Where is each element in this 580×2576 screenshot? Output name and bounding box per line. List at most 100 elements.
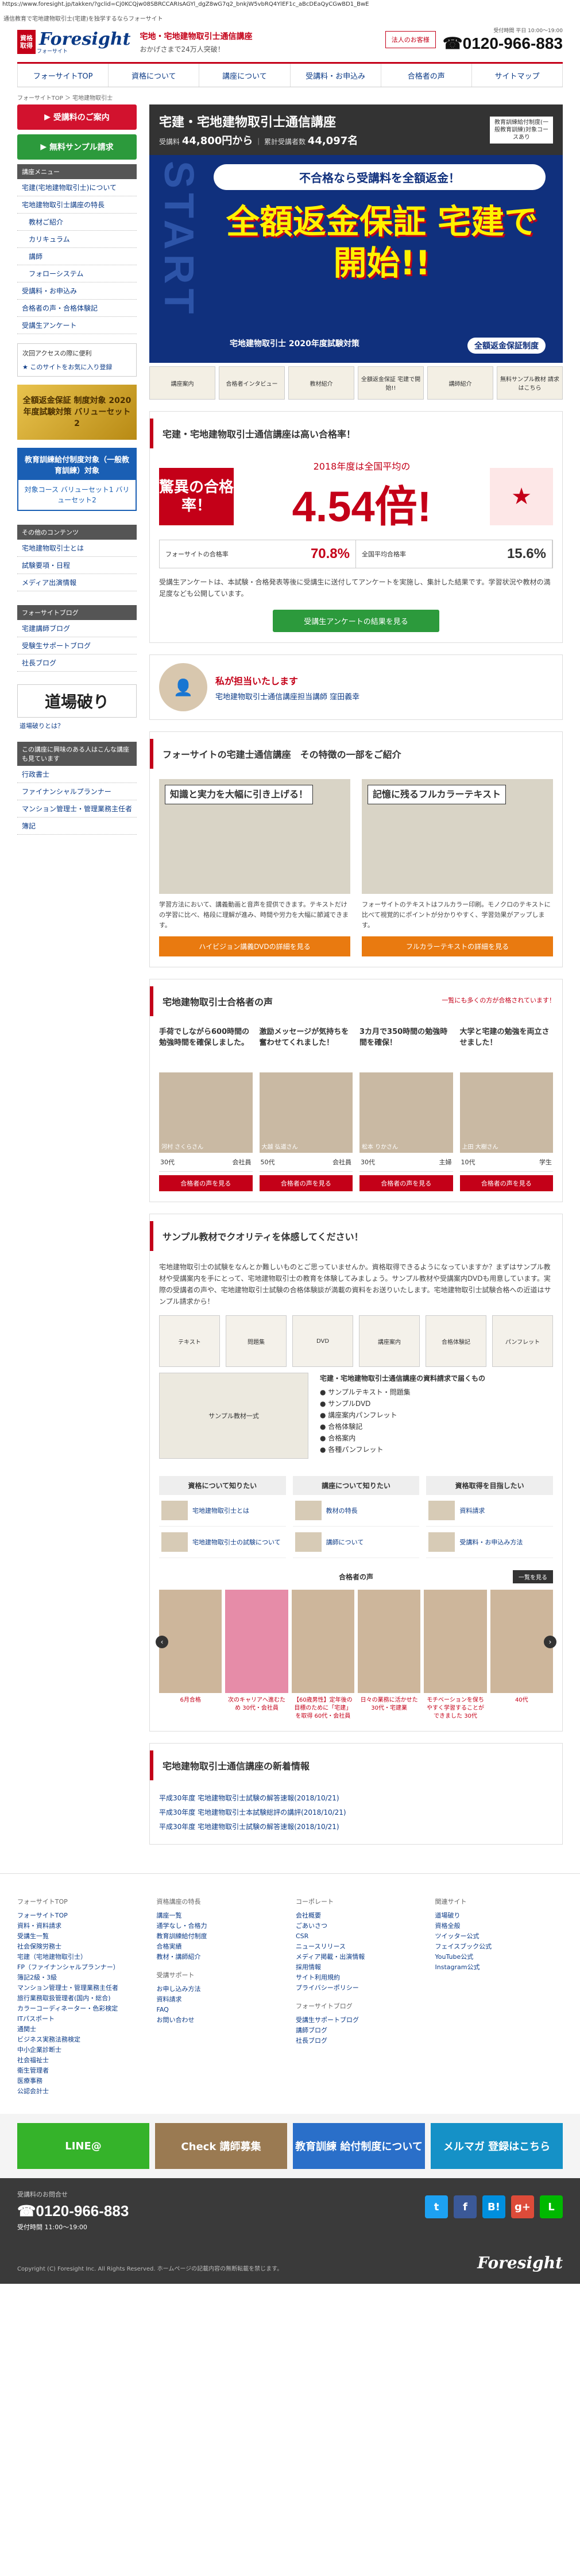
footer-link[interactable]: ITパスポート (17, 2014, 145, 2024)
carousel-next-icon[interactable]: › (544, 1636, 556, 1648)
footer-link[interactable]: 講師ブログ (296, 2025, 424, 2036)
survey-button[interactable]: 受講生アンケートの結果を見る (273, 610, 439, 632)
footer-link[interactable]: 旅行業務取扱管理者(国内・総合) (17, 1993, 145, 2004)
hero-thumbnail[interactable]: 合格者インタビュー (219, 366, 285, 400)
passers-list-button[interactable]: 一覧を見る (513, 1570, 553, 1583)
hatena-icon[interactable]: B! (482, 2195, 505, 2218)
footer-link[interactable]: FP（ファイナンシャルプランナー） (17, 1962, 145, 1973)
footer-link[interactable]: CSR (296, 1931, 424, 1942)
address-bar[interactable]: https://www.foresight.jp/takken/?gclid=C… (0, 0, 580, 13)
recruit-banner[interactable]: Check 講師募集 (155, 2123, 287, 2169)
hero-thumbnail[interactable]: 講師紹介 (427, 366, 493, 400)
news-item[interactable]: 平成30年度 宅地建物取引士試験の解答速報(2018/10/21) (159, 1819, 553, 1834)
sample-request-button[interactable]: ▶ 無料サンプル請求 (17, 134, 137, 160)
gnav-item[interactable]: サイトマップ (472, 64, 563, 87)
footer-link[interactable]: ツイッター公式 (435, 1931, 563, 1942)
footer-link[interactable]: 社長ブログ (296, 2036, 424, 2046)
footer-link[interactable]: 採用情報 (296, 1962, 424, 1973)
footer-link[interactable]: 教育訓練給付制度 (157, 1931, 285, 1942)
sidebar-menu-item[interactable]: 講師 (17, 248, 137, 265)
footer-link[interactable]: Instagram公式 (435, 1962, 563, 1973)
footer-link[interactable]: マンション管理士・管理業務主任者 (17, 1983, 145, 1993)
benefit-banner[interactable]: 教育訓練 給付制度について (293, 2123, 425, 2169)
footer-link[interactable]: プライバシーポリシー (296, 1983, 424, 1993)
sidebar-related-item[interactable]: 簿記 (17, 818, 137, 835)
breadcrumb[interactable]: フォーサイトTOP ＞ 宅地建物取引士 (0, 87, 580, 104)
footer-link[interactable]: 宅建（宅地建物取引士） (17, 1952, 145, 1962)
voice-button[interactable]: 合格者の声を見る (459, 1175, 553, 1191)
dojo-banner[interactable]: 道場破り (17, 684, 137, 718)
gnav-item[interactable]: 資格について (109, 64, 200, 87)
hero-thumbnail[interactable]: 教材紹介 (288, 366, 354, 400)
footer-link[interactable]: フォーサイトTOP (17, 1911, 145, 1921)
footer-link[interactable]: 資格全般 (435, 1921, 563, 1931)
footer-link[interactable]: 資料請求 (157, 1994, 285, 2005)
news-item[interactable]: 平成30年度 宅地建物取引士試験の解答速報(2018/10/21) (159, 1791, 553, 1805)
footer-link[interactable]: 社会保険労務士 (17, 1942, 145, 1952)
footer-link[interactable]: 衛生管理者 (17, 2066, 145, 2076)
sidebar-menu-item[interactable]: 教材ご紹介 (17, 214, 137, 231)
footer-link[interactable]: お申し込み方法 (157, 1984, 285, 1994)
footer-link[interactable]: 公認会計士 (17, 2086, 145, 2097)
sidebar-menu-item[interactable]: 受講料・お申込み (17, 282, 137, 300)
sidebar-other-item[interactable]: メディア出演情報 (17, 574, 137, 591)
voice-button[interactable]: 合格者の声を見る (359, 1175, 453, 1191)
footer-link[interactable]: 会社概要 (296, 1911, 424, 1921)
category-link[interactable]: 講師について (292, 1527, 420, 1558)
sidebar-menu-item[interactable]: 合格者の声・合格体験記 (17, 300, 137, 317)
sidebar-related-item[interactable]: ファイナンシャルプランナー (17, 783, 137, 800)
voices-more-link[interactable]: 一覧にも多くの方が合格されています！ (442, 995, 555, 1005)
footer-link[interactable]: 講座一覧 (157, 1911, 285, 1921)
passer-caption[interactable]: 40代 (490, 1696, 553, 1721)
sidebar-other-item[interactable]: 宅地建物取引士とは (17, 540, 137, 557)
mailmag-banner[interactable]: メルマガ 登録はこちら (431, 2123, 563, 2169)
line-icon[interactable]: L (540, 2195, 563, 2218)
google-plus-icon[interactable]: g+ (511, 2195, 534, 2218)
news-item[interactable]: 平成30年度 宅地建物取引士本試験総評の講評(2018/10/21) (159, 1805, 553, 1819)
category-link[interactable]: 宅地建物取引士の試験について (159, 1527, 286, 1558)
footer-link[interactable]: 道場破り (435, 1911, 563, 1921)
footer-link[interactable]: 合格実績 (157, 1942, 285, 1952)
passer-caption[interactable]: モチベーションを保ちやすく学習することができました 30代 (424, 1696, 486, 1721)
feature-detail-button[interactable]: フルカラーテキストの詳細を見る (362, 936, 553, 956)
sidebar-menu-item[interactable]: 宅建(宅地建物取引士)について (17, 179, 137, 196)
footer-link[interactable]: 医療事務 (17, 2076, 145, 2086)
footer-link[interactable]: ごあいさつ (296, 1921, 424, 1931)
sidebar-menu-item[interactable]: カリキュラム (17, 231, 137, 248)
footer-link[interactable]: 教材・講師紹介 (157, 1952, 285, 1962)
footer-link[interactable]: フェイスブック公式 (435, 1942, 563, 1952)
passer-caption[interactable]: 日々の業務に活かせた 30代・宅建業 (358, 1696, 420, 1721)
gnav-item[interactable]: 合格者の声 (381, 64, 472, 87)
footer-link[interactable]: YouTube公式 (435, 1952, 563, 1962)
corporate-link[interactable]: 法人のお客様 (385, 31, 436, 48)
hero-banner[interactable]: START 不合格なら受講料を全額返金！ 全額返金保証 宅建で開始!! 宅地建物… (149, 155, 563, 363)
footer-link[interactable]: 受講生一覧 (17, 1931, 145, 1942)
footer-logo[interactable]: Foresight (477, 2253, 563, 2272)
twitter-icon[interactable]: t (425, 2195, 448, 2218)
sidebar-other-item[interactable]: 試験要項・日程 (17, 557, 137, 574)
voice-button[interactable]: 合格者の声を見る (259, 1175, 353, 1191)
passer-caption[interactable]: 【60歳男性】定年後の目標のために「宅建」を取得 60代・会社員 (292, 1696, 354, 1721)
carousel-prev-icon[interactable]: ‹ (156, 1636, 168, 1648)
category-link[interactable]: 宅地建物取引士とは (159, 1495, 286, 1527)
footer-link[interactable]: メディア掲載・出演情報 (296, 1952, 424, 1962)
sidebar-blog-item[interactable]: 受験生サポートブログ (17, 637, 137, 654)
sidebar-menu-item[interactable]: フォローシステム (17, 265, 137, 282)
footer-link[interactable]: 社会福祉士 (17, 2055, 145, 2066)
bookmark-link[interactable]: ★ このサイトをお気に入り登録 (22, 362, 132, 371)
footer-link[interactable]: サイト利用規約 (296, 1973, 424, 1983)
passer-caption[interactable]: 次のキャリアへ進むため 30代・会社員 (225, 1696, 288, 1721)
sidebar-menu-item[interactable]: 受講生アンケート (17, 317, 137, 334)
training-benefit-banner[interactable]: 教育訓練給付制度対象（一般教育訓練）対象 対象コース バリューセット1 バリュー… (17, 448, 137, 511)
refund-banner[interactable]: 全額返金保証 制度対象 2020年度試験対策 バリューセット2 (17, 385, 137, 440)
feature-detail-button[interactable]: ハイビジョン講義DVDの詳細を見る (159, 936, 350, 956)
category-link[interactable]: 資料請求 (426, 1495, 554, 1527)
line-banner[interactable]: LINE@ (17, 2123, 149, 2169)
hero-thumbnail[interactable]: 無料サンプル教材 請求はこちら (497, 366, 563, 400)
category-link[interactable]: 受講料・お申込み方法 (426, 1527, 554, 1558)
sidebar-related-item[interactable]: マンション管理士・管理業務主任者 (17, 800, 137, 818)
sidebar-menu-item[interactable]: 宅地建物取引士講座の特長 (17, 196, 137, 214)
hero-thumbnail[interactable]: 全額返金保証 宅建で開始!! (358, 366, 424, 400)
facebook-icon[interactable]: f (454, 2195, 477, 2218)
dojo-link[interactable]: 道場破りとは？ (17, 718, 137, 734)
